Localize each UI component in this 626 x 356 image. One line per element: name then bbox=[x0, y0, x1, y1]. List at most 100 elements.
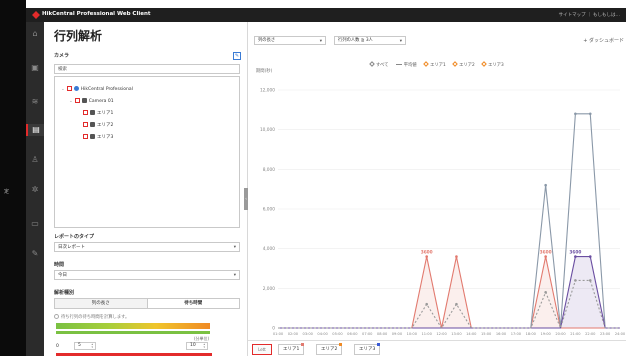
x-tick-label: 17:00 bbox=[511, 332, 522, 336]
tree-node-site[interactable]: ⌄ HikCentral Professional bbox=[61, 86, 133, 92]
data-label: 3600 bbox=[540, 250, 552, 256]
color-marker bbox=[377, 343, 381, 346]
data-point bbox=[544, 255, 547, 258]
low-threshold-input[interactable]: 5 ▴ ▾ bbox=[74, 342, 96, 350]
y-tick-label: 8,000 bbox=[263, 167, 276, 173]
x-tick-label: 05:00 bbox=[332, 332, 343, 336]
metric-select[interactable]: 列の長さ ▾ bbox=[254, 36, 326, 45]
tree-node-camera[interactable]: ⌄ Camera 01 bbox=[69, 98, 114, 104]
y-tick-label: 12,000 bbox=[260, 88, 275, 94]
pen-icon[interactable]: ✎ bbox=[29, 248, 41, 260]
tree-node-label: エリア3 bbox=[97, 135, 114, 140]
legend-average[interactable]: 平均値 bbox=[395, 63, 417, 68]
tree-node-area1[interactable]: エリア1 bbox=[83, 110, 113, 116]
settings-icon[interactable]: ✲ bbox=[29, 184, 41, 196]
camera-icon bbox=[81, 98, 87, 103]
tab-wait-time[interactable]: 待ち時間 bbox=[146, 299, 239, 308]
data-point bbox=[588, 112, 592, 116]
data-point bbox=[425, 302, 428, 306]
area-icon bbox=[90, 110, 95, 115]
x-tick-label: 19:00 bbox=[540, 332, 551, 336]
chevron-down-icon: ▾ bbox=[319, 39, 322, 44]
time-select[interactable]: 今日 ▾ bbox=[54, 270, 240, 280]
checkbox[interactable] bbox=[83, 134, 88, 139]
metric-value: 列の長さ bbox=[258, 38, 276, 43]
top-bar: HikCentral Professional Web Client サイトマッ… bbox=[26, 8, 626, 22]
tree-node-area3[interactable]: エリア3 bbox=[83, 134, 113, 140]
checkbox[interactable] bbox=[83, 110, 88, 115]
x-tick-label: 10:00 bbox=[407, 332, 418, 336]
checkbox[interactable] bbox=[74, 98, 80, 103]
data-point bbox=[425, 255, 428, 258]
line-icon bbox=[395, 64, 402, 65]
top-links[interactable]: サイトマップ ｜ もしもしは… bbox=[559, 12, 620, 18]
x-tick-label: 18:00 bbox=[526, 332, 537, 336]
data-point bbox=[455, 255, 458, 258]
chevron-down-icon[interactable]: ⌄ bbox=[69, 99, 73, 104]
diamond-icon bbox=[481, 61, 487, 67]
data-point bbox=[455, 302, 458, 306]
x-tick-label: 21:00 bbox=[570, 332, 581, 336]
edit-icon[interactable]: ✎ bbox=[233, 52, 241, 60]
chevron-down-icon[interactable]: ⌄ bbox=[61, 87, 65, 92]
x-tick-label: 03:00 bbox=[303, 332, 314, 336]
color-marker bbox=[301, 343, 305, 346]
checkbox[interactable] bbox=[83, 122, 88, 127]
area-tab-bar: Lett エリア1 エリア2 エリア3 bbox=[248, 340, 626, 356]
x-tick-label: 12:00 bbox=[436, 332, 447, 336]
report-type-select[interactable]: 日次レポート ▾ bbox=[54, 242, 240, 252]
stepper-icon[interactable]: ▴ ▾ bbox=[203, 343, 205, 349]
x-tick-label: 08:00 bbox=[377, 332, 388, 336]
data-point bbox=[574, 279, 577, 282]
wait-time-gradient[interactable] bbox=[56, 323, 210, 329]
legend-label: エリア1 bbox=[430, 63, 446, 68]
chart-legend: すべて 平均値 エリア1 エリア2 エリア3 bbox=[369, 61, 510, 68]
stepper-icon[interactable]: ▴ ▾ bbox=[91, 343, 93, 349]
layers-icon[interactable]: ▭ bbox=[29, 218, 41, 230]
high-threshold-value: 10 bbox=[190, 343, 196, 348]
x-tick-label: 07:00 bbox=[362, 332, 373, 336]
report-icon[interactable]: ▤ bbox=[26, 124, 44, 136]
site-icon bbox=[73, 86, 79, 91]
tree-node-label: エリア1 bbox=[97, 111, 114, 116]
tab-label: エリア2 bbox=[321, 347, 338, 352]
tab-label: エリア3 bbox=[359, 347, 376, 352]
legend-area1[interactable]: エリア1 bbox=[423, 61, 446, 68]
app-title: HikCentral Professional Web Client bbox=[42, 11, 151, 17]
analysis-type-tabs: 列の長さ 待ち時間 bbox=[54, 298, 240, 309]
x-tick-label: 20:00 bbox=[555, 332, 566, 336]
home-icon[interactable]: ⌂ bbox=[29, 28, 41, 40]
legend-label: エリア2 bbox=[459, 63, 475, 68]
high-threshold-input[interactable]: 10 ▴ ▾ bbox=[186, 342, 208, 350]
y-tick-label: 4,000 bbox=[263, 246, 276, 252]
data-label: 3600 bbox=[569, 250, 581, 256]
map-icon[interactable]: ≋ bbox=[29, 96, 41, 108]
legend-area2[interactable]: エリア2 bbox=[452, 61, 475, 68]
prev-button[interactable]: Lett bbox=[252, 344, 272, 355]
data-point bbox=[544, 291, 547, 294]
wait-time-range[interactable] bbox=[56, 331, 210, 334]
x-tick-label: 11:00 bbox=[422, 332, 433, 336]
y-tick-label: 2,000 bbox=[263, 286, 276, 292]
tab-queue-length[interactable]: 列の長さ bbox=[55, 299, 147, 308]
nav-rail: ⌂ ▣ ≋ ▤ ♙ ✲ ▭ ✎ bbox=[26, 22, 44, 356]
diamond-icon bbox=[452, 61, 458, 67]
tab-area2[interactable]: エリア2 bbox=[316, 343, 343, 355]
range-min: 0 bbox=[56, 344, 59, 349]
queue-filter-select[interactable]: 行列の人数 ≧ 3人 ▾ bbox=[334, 36, 406, 45]
legend-area3[interactable]: エリア3 bbox=[481, 61, 504, 68]
tab-area3[interactable]: エリア3 bbox=[354, 343, 381, 355]
info-icon bbox=[54, 314, 59, 319]
add-to-dashboard-button[interactable]: + ダッシュボード bbox=[583, 37, 624, 44]
time-label: 時間 bbox=[54, 262, 65, 268]
search-input[interactable]: 検索 bbox=[54, 64, 240, 74]
image-icon[interactable]: ▣ bbox=[29, 62, 41, 74]
legend-label: すべて bbox=[376, 63, 389, 68]
legend-all[interactable]: すべて bbox=[369, 61, 389, 68]
hint-text: 待ち行列の待ち時間を計算します。 bbox=[61, 315, 130, 320]
people-icon[interactable]: ♙ bbox=[29, 154, 41, 166]
x-tick-label: 23:00 bbox=[600, 332, 611, 336]
tab-area1[interactable]: エリア1 bbox=[278, 343, 305, 355]
tree-node-area2[interactable]: エリア2 bbox=[83, 122, 113, 128]
checkbox[interactable] bbox=[66, 86, 72, 91]
